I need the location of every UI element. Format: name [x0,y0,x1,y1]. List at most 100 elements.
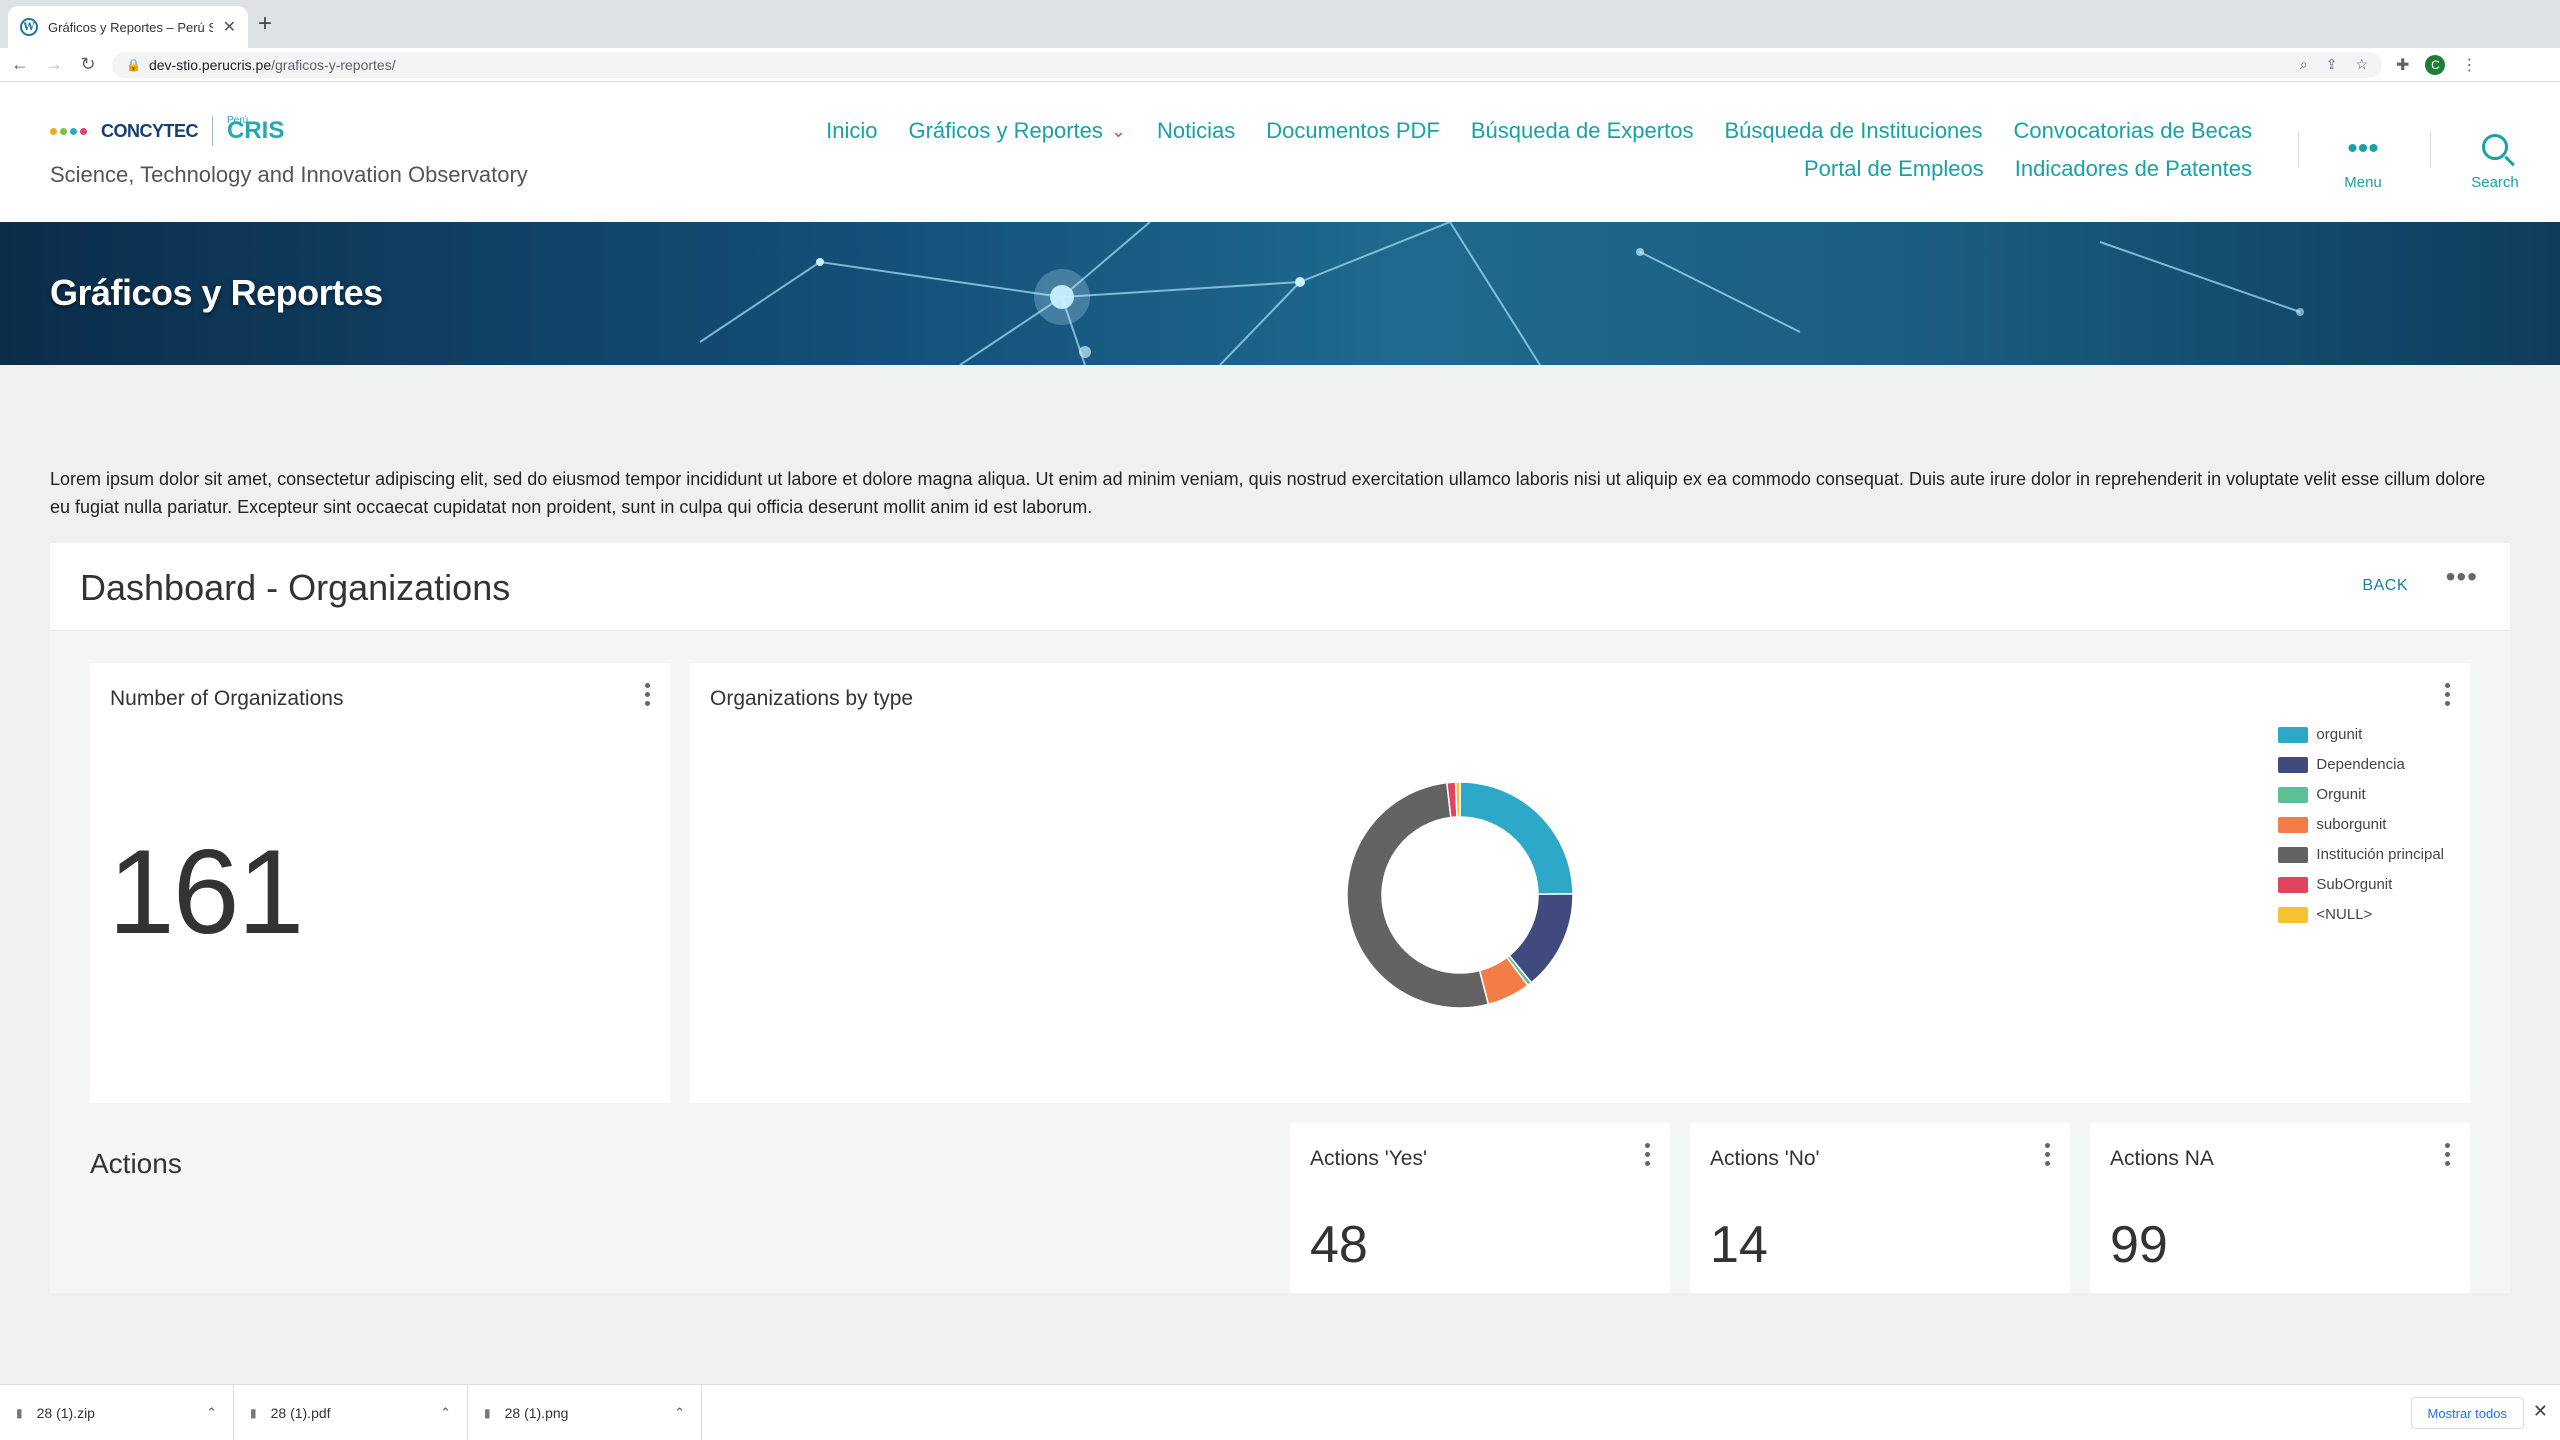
donut-slice-null[interactable] [1454,781,1461,818]
dashboard-title: Dashboard - Organizations [80,567,511,608]
nav-documentos-pdf[interactable]: Documentos PDF [1266,118,1440,144]
donut-chart [1346,781,1574,1009]
address-bar[interactable]: 🔒 dev-stio.perucris.pe/graficos-y-report… [112,51,2382,78]
zoom-icon[interactable]: ⌕ [2300,56,2308,73]
close-tab-icon[interactable]: ✕ [223,17,236,37]
page-title: Gráficos y Reportes [50,272,383,313]
legend-swatch [2278,786,2309,803]
legend-swatch [2278,726,2309,743]
menu-label: Menu [2344,174,2382,191]
card-kebab-icon[interactable] [2444,683,2450,706]
url-path: /graficos-y-reportes/ [271,56,396,73]
legend-label: <NULL> [2316,906,2373,923]
profile-avatar[interactable]: C [2425,54,2446,75]
chevron-up-icon[interactable]: ⌃ [674,1405,685,1421]
nav-busqueda-instituciones[interactable]: Búsqueda de Instituciones [1724,118,1982,144]
share-icon[interactable]: ⇪ [2326,56,2338,73]
actions-heading: Actions [90,1148,182,1179]
organizations-count: 161 [108,825,304,959]
card-title: Organizations by type [710,687,914,710]
nav-inicio[interactable]: Inicio [826,118,877,144]
card-title: Actions NA [2110,1147,2214,1170]
download-item[interactable]: ▮ 28 (1).pdf ⌃ [234,1384,468,1440]
legend-item[interactable]: SubOrgunit [2278,875,2444,894]
legend-swatch [2278,906,2309,923]
legend-swatch [2278,816,2309,833]
card-title: Actions 'Yes' [1310,1147,1427,1170]
legend-item[interactable]: <NULL> [2278,905,2444,924]
download-item[interactable]: ▮ 28 (1).png ⌃ [468,1384,702,1440]
wordpress-icon: W [20,18,38,36]
browser-menu-icon[interactable]: ⋮ [2461,55,2477,75]
legend-swatch [2278,756,2309,773]
nav-portal-empleos[interactable]: Portal de Empleos [1804,156,1984,182]
header-divider [2298,132,2299,168]
search-button[interactable]: Search [2450,134,2540,191]
legend-item[interactable]: Institución principal [2278,845,2444,864]
legend-item[interactable]: orgunit [2278,725,2444,744]
chart-legend: orgunit Dependencia Orgunit suborgunit Insti… [2278,725,2444,924]
nav-convocatorias-becas[interactable]: Convocatorias de Becas [2014,118,2252,144]
bookmark-star-icon[interactable]: ☆ [2355,56,2368,73]
forward-arrow-icon[interactable]: → [40,54,68,75]
zip-file-icon: ▮ [16,1405,23,1420]
legend-item[interactable]: Orgunit [2278,785,2444,804]
site-header: CONCYTEC Perú CRIS Science, Technology a… [0,82,2560,222]
nav-graficos-y-reportes[interactable]: Gráficos y Reportes ⌄ [908,118,1126,144]
chevron-up-icon[interactable]: ⌃ [206,1405,217,1421]
browser-tab-bar: W Gráficos y Reportes – Perú STI ✕ + [0,0,2560,48]
new-tab-icon[interactable]: + [258,10,272,38]
show-all-downloads-button[interactable]: Mostrar todos [2410,1397,2524,1429]
legend-label: Dependencia [2316,756,2405,773]
legend-label: Orgunit [2316,786,2366,803]
logo-peru-text: Perú [227,115,249,126]
image-file-icon: ▮ [484,1405,491,1420]
card-title: Actions 'No' [1710,1147,1820,1170]
chevron-up-icon[interactable]: ⌃ [440,1405,451,1421]
downloads-bar: ▮ 28 (1).zip ⌃ ▮ 28 (1).pdf ⌃ ▮ 28 (1).p… [0,1384,2560,1440]
network-background-image [699,222,2304,365]
logo-cris: Perú CRIS [227,115,284,143]
browser-tab[interactable]: W Gráficos y Reportes – Perú STI ✕ [8,6,248,48]
dashboard-panel: Dashboard - Organizations BACK ••• Numbe… [50,543,2510,1293]
search-icon [2482,134,2508,160]
legend-item[interactable]: suborgunit [2278,815,2444,834]
legend-item[interactable]: Dependencia [2278,755,2444,774]
legend-label: suborgunit [2316,816,2387,833]
url-host: dev-stio.perucris.pe [148,56,272,73]
actions-na-count: 99 [2110,1216,2168,1274]
extensions-icon[interactable]: ✚ [2396,55,2409,75]
back-arrow-icon[interactable]: ← [6,54,34,75]
card-kebab-icon[interactable] [1644,1143,1650,1166]
menu-button[interactable]: ••• Menu [2318,132,2408,192]
site-logo[interactable]: CONCYTEC Perú CRIS [50,115,284,146]
concytec-dots-icon [50,127,87,135]
actions-na-card: Actions NA 99 [2090,1123,2470,1293]
card-kebab-icon[interactable] [2444,1143,2450,1166]
card-kebab-icon[interactable] [2044,1143,2050,1166]
nav-busqueda-expertos[interactable]: Búsqueda de Expertos [1471,118,1694,144]
logo-divider [212,116,214,146]
legend-swatch [2278,876,2309,893]
reload-icon[interactable]: ↻ [74,54,102,75]
nav-noticias[interactable]: Noticias [1157,118,1235,144]
browser-toolbar: ← → ↻ 🔒 dev-stio.perucris.pe/graficos-y-… [0,48,2560,82]
main-navigation: Inicio Gráficos y Reportes ⌄ Noticias Doc… [792,118,2252,182]
organizations-by-type-card: Organizations by type orgunit Dependencia… [690,663,2470,1103]
dashboard-header: Dashboard - Organizations BACK ••• [50,543,2510,631]
close-icon[interactable]: ✕ [2533,1401,2548,1422]
site-tagline: Science, Technology and Innovation Obser… [50,162,528,187]
dots-menu-icon: ••• [2347,132,2379,165]
download-item[interactable]: ▮ 28 (1).zip ⌃ [0,1384,234,1440]
tab-title: Gráficos y Reportes – Perú STI [48,19,213,35]
back-button[interactable]: BACK [2362,577,2408,595]
logo-concytec-text: CONCYTEC [101,120,199,141]
download-filename: 28 (1).pdf [270,1404,331,1421]
donut-slice-orgunit[interactable] [1459,781,1574,895]
dashboard-more-icon[interactable]: ••• [2446,561,2478,593]
nav-indicadores-patentes[interactable]: Indicadores de Patentes [2015,156,2252,182]
card-kebab-icon[interactable] [644,683,650,706]
legend-swatch [2278,846,2309,863]
actions-yes-count: 48 [1310,1216,1368,1274]
pdf-file-icon: ▮ [250,1405,257,1420]
